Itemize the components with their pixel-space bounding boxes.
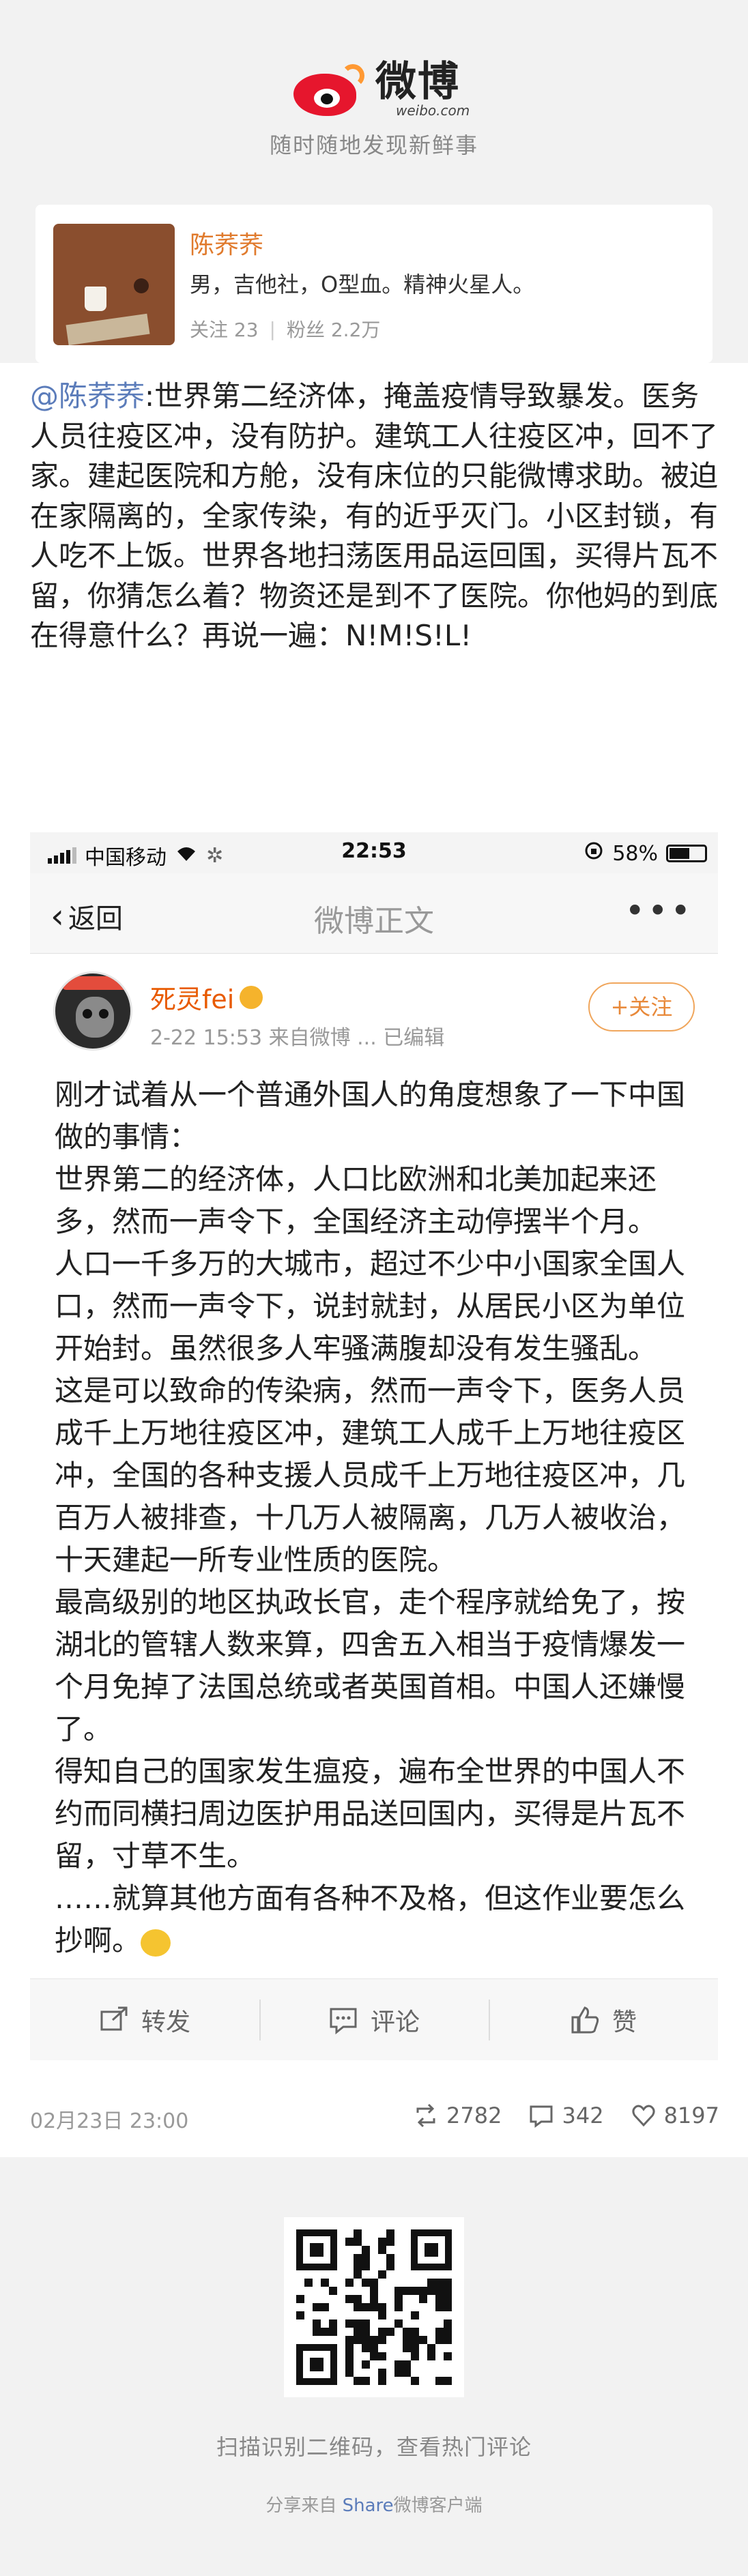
profile-card[interactable]: 陈荞荞 男，吉他社，O型血。精神火星人。 关注 23 | 粉丝 2.2万 xyxy=(35,205,713,363)
stats-separator: | xyxy=(269,317,276,340)
like-count: 8197 xyxy=(663,2103,719,2128)
author-name[interactable]: 死灵fei xyxy=(150,978,263,1016)
share-app-link[interactable]: Share xyxy=(343,2496,394,2516)
follow-button[interactable]: +关注 xyxy=(588,982,695,1031)
heart-eyes-emoji-icon xyxy=(240,985,263,1009)
like-label: 赞 xyxy=(612,2008,637,2036)
more-menu-icon[interactable]: ••• xyxy=(625,891,693,931)
share-source: 分享来自 Share微博客户端 xyxy=(0,2491,748,2517)
profile-name[interactable]: 陈荞荞 xyxy=(190,225,263,261)
like-stat[interactable]: 8197 xyxy=(631,2103,719,2128)
nav-bar: ‹ 返回 微博正文 ••• xyxy=(30,873,718,954)
comment-bubble-icon xyxy=(530,2105,553,2128)
comment-button[interactable]: 评论 xyxy=(259,1979,489,2060)
logo-subtext: weibo.com xyxy=(396,102,470,119)
logo-text: 微博 xyxy=(375,58,460,106)
comment-icon xyxy=(330,2008,357,2034)
battery-percent: 58% xyxy=(612,841,658,866)
like-button[interactable]: 赞 xyxy=(489,1979,718,2060)
paragraph: 世界第二的经济体，人口比欧洲和北美加起来还多，然而一声令下，全国经济主动停摆半个… xyxy=(55,1162,657,1238)
following-count: 关注 23 xyxy=(190,319,259,341)
post-meta: 2-22 15:53 来自微博 ... 已编辑 xyxy=(150,1026,445,1050)
share-prefix: 分享来自 xyxy=(265,2496,343,2516)
laugh-cry-emoji-icon xyxy=(141,1929,171,1957)
profile-avatar[interactable] xyxy=(53,224,175,345)
page-header: 微博 weibo.com 随时随地发现新鲜事 xyxy=(0,0,748,198)
quoted-post-body: 刚才试着从一个普通外国人的角度想象了一下中国做的事情： 世界第二的经济体，人口比… xyxy=(55,1074,703,1962)
post-text: @陈荞荞:世界第二经济体，掩盖疫情导致暴发。医务人员往疫区冲，没有防护。建筑工人… xyxy=(30,377,719,656)
battery-icon xyxy=(666,845,707,862)
paragraph-last: ……就算其他方面有各种不及格，但这作业要怎么抄啊。 xyxy=(55,1877,703,1962)
mention-link[interactable]: @陈荞荞 xyxy=(30,379,145,413)
repost-label: 转发 xyxy=(141,2008,190,2036)
qr-code[interactable] xyxy=(284,2217,464,2397)
share-suffix: 微博客户端 xyxy=(393,2496,483,2516)
post-body: :世界第二经济体，掩盖疫情导致暴发。医务人员往疫区冲，没有防护。建筑工人往疫区冲… xyxy=(30,379,719,652)
orientation-lock-icon xyxy=(584,840,604,866)
comment-count: 342 xyxy=(562,2103,604,2128)
weibo-eye-icon xyxy=(293,61,369,116)
weibo-logo: 微博 weibo.com xyxy=(293,60,470,117)
followers-count: 粉丝 2.2万 xyxy=(286,319,381,341)
post-date: 02月23日 23:00 xyxy=(30,2109,189,2133)
paragraph: 刚才试着从一个普通外国人的角度想象了一下中国做的事情： xyxy=(55,1078,686,1154)
author-name-text: 死灵fei xyxy=(150,984,235,1014)
comment-label: 评论 xyxy=(370,2008,420,2036)
post-container: @陈荞荞:世界第二经济体，掩盖疫情导致暴发。医务人员往疫区冲，没有防护。建筑工人… xyxy=(0,363,748,2157)
profile-bio: 男，吉他社，O型血。精神火星人。 xyxy=(190,272,535,297)
phone-status-bar: 中国移动 ✲ 22:53 58% xyxy=(30,832,718,873)
thumbs-up-icon xyxy=(571,2006,599,2033)
repost-icon xyxy=(100,2006,128,2030)
profile-stats: 关注 23 | 粉丝 2.2万 xyxy=(190,315,380,342)
qr-caption: 扫描识别二维码，查看热门评论 xyxy=(216,2434,532,2460)
paragraph: 这是可以致命的传染病，然而一声令下，医务人员成千上万地往疫区冲，建筑工人成千上万… xyxy=(55,1374,686,1577)
slogan: 随时随地发现新鲜事 xyxy=(269,132,478,158)
repost-stat[interactable]: 2782 xyxy=(414,2103,502,2128)
repost-arrows-icon xyxy=(416,2103,435,2128)
repost-button[interactable]: 转发 xyxy=(30,1979,259,2060)
paragraph: 最高级别的地区执政长官，走个程序就给免了，按湖北的管辖人数来算，四舍五入相当于疫… xyxy=(55,1585,686,1746)
author-avatar[interactable] xyxy=(53,971,132,1051)
post-footer: 02月23日 23:00 2782 342 8197 xyxy=(30,2096,719,2137)
heart-icon xyxy=(632,2105,655,2127)
repost-count: 2782 xyxy=(446,2103,502,2128)
comment-stat[interactable]: 342 xyxy=(529,2103,604,2128)
embedded-screenshot[interactable]: 中国移动 ✲ 22:53 58% ‹ 返回 微博正文 ••• 死灵fei 2-2… xyxy=(30,832,718,2060)
action-bar: 转发 评论 赞 xyxy=(30,1978,718,2060)
paragraph: 人口一千多万的大城市，超过不少中小国家全国人口，然而一声令下，说封就封，从居民小… xyxy=(55,1247,686,1365)
nav-title: 微博正文 xyxy=(314,904,434,939)
paragraph: 得知自己的国家发生瘟疫，遍布全世界的中国人不约而同横扫周边医护用品送回国内，买得… xyxy=(55,1755,686,1873)
